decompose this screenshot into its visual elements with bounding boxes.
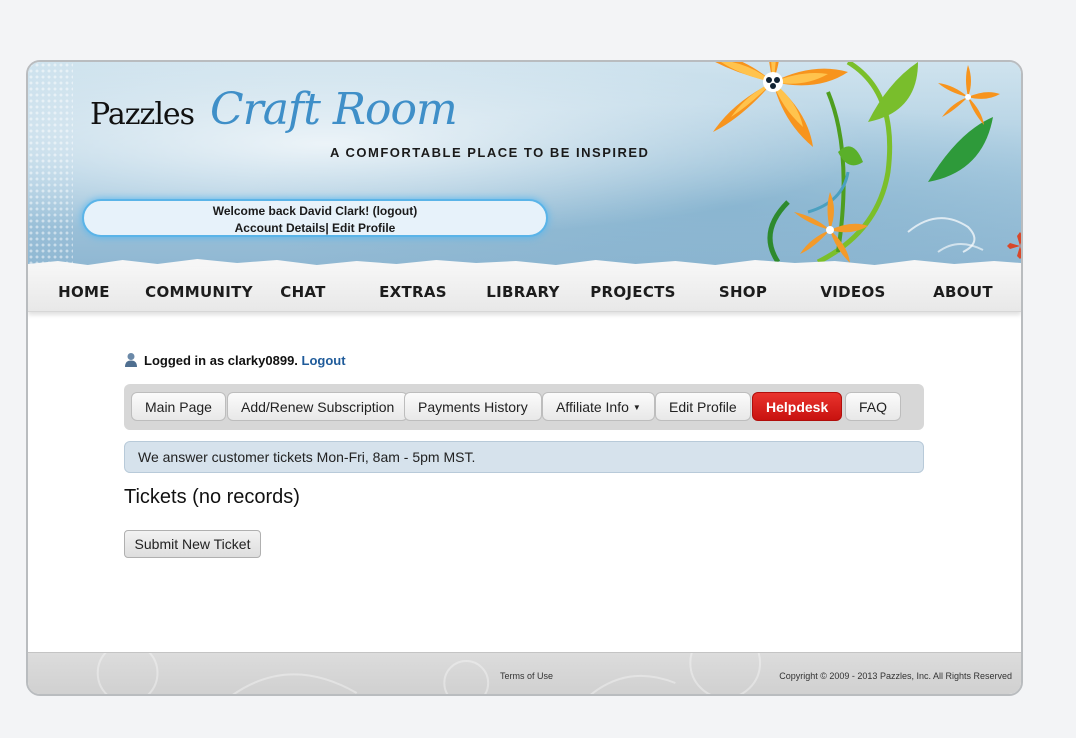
page-frame: Pazzles Craft Room A COMFORTABLE PLACE T… — [26, 60, 1023, 696]
tagline: A COMFORTABLE PLACE TO BE INSPIRED — [330, 145, 650, 160]
site-footer: Terms of Use Copyright © 2009 - 2013 Paz… — [28, 652, 1021, 694]
tab-faq[interactable]: FAQ — [845, 392, 902, 421]
login-status-text: Logged in as clarky0899. — [144, 353, 298, 368]
tickets-heading: Tickets (no records) — [124, 486, 300, 508]
site-header: Pazzles Craft Room A COMFORTABLE PLACE T… — [28, 62, 1021, 272]
nav-library[interactable]: LIBRARY — [486, 283, 559, 301]
header-logout-link[interactable]: (logout) — [373, 204, 418, 218]
login-status: Logged in as clarky0899. Logout — [124, 352, 346, 368]
support-hours-notice: We answer customer tickets Mon-Fri, 8am … — [124, 441, 924, 473]
header-dot-pattern — [28, 62, 73, 267]
logo-craft-room[interactable]: Craft Room — [210, 84, 458, 135]
nav-chat[interactable]: CHAT — [280, 283, 325, 301]
nav-about[interactable]: ABOUT — [933, 283, 993, 301]
submit-new-ticket-button[interactable]: Submit New Ticket — [124, 530, 261, 558]
tab-payments-history[interactable]: Payments History — [404, 392, 542, 421]
tab-affiliate-info[interactable]: Affiliate Info ▼ — [542, 392, 655, 421]
nav-shop[interactable]: SHOP — [719, 283, 767, 301]
tab-affiliate-label: Affiliate Info — [556, 399, 629, 415]
welcome-box: Welcome back David Clark! (logout) Accou… — [82, 199, 548, 237]
welcome-text: Welcome back David Clark! — [212, 204, 370, 218]
flower-decoration — [713, 62, 1021, 265]
tab-edit-profile[interactable]: Edit Profile — [655, 392, 751, 421]
nav-home[interactable]: HOME — [58, 283, 110, 301]
nav-community[interactable]: COMMUNITY — [145, 283, 253, 301]
user-icon — [125, 353, 137, 367]
copyright-text: Copyright © 2009 - 2013 Pazzles, Inc. Al… — [779, 671, 1012, 681]
logo-pazzles[interactable]: Pazzles — [90, 97, 195, 132]
terms-of-use-link[interactable]: Terms of Use — [500, 671, 553, 681]
link-separator: | — [325, 221, 329, 235]
edit-profile-link[interactable]: Edit Profile — [332, 221, 395, 235]
nav-extras[interactable]: EXTRAS — [379, 283, 447, 301]
nav-projects[interactable]: PROJECTS — [590, 283, 676, 301]
account-tabbar: Main Page Add/Renew Subscription Payment… — [124, 384, 924, 430]
caret-down-icon: ▼ — [632, 403, 641, 412]
main-nav: HOME COMMUNITY CHAT EXTRAS LIBRARY PROJE… — [28, 267, 1021, 312]
nav-videos[interactable]: VIDEOS — [820, 283, 885, 301]
account-details-link[interactable]: Account Details — [235, 221, 326, 235]
tab-main-page[interactable]: Main Page — [131, 392, 226, 421]
tab-add-renew[interactable]: Add/Renew Subscription — [227, 392, 409, 421]
logout-link[interactable]: Logout — [302, 353, 346, 368]
tab-helpdesk[interactable]: Helpdesk — [752, 392, 843, 421]
